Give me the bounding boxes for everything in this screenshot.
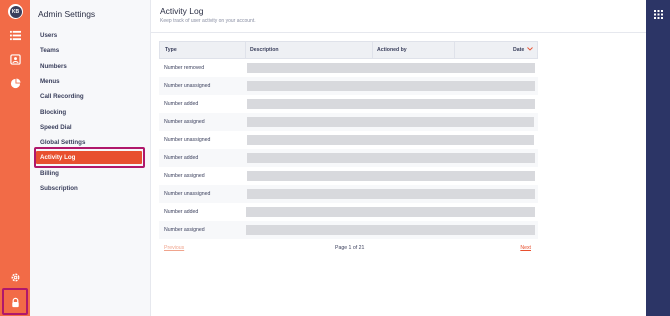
sidebar-title: Admin Settings <box>38 9 96 19</box>
page-header: Activity Log Keep track of user activity… <box>151 0 646 33</box>
column-divider <box>372 42 373 58</box>
column-header-date-label: Date <box>513 47 525 53</box>
row-type: Number assigned <box>164 173 205 179</box>
column-divider <box>245 42 246 58</box>
table-row[interactable]: Number added <box>159 203 538 221</box>
row-type: Number removed <box>164 65 205 71</box>
app-rail: KB <box>0 0 30 316</box>
row-type: Number added <box>164 155 199 161</box>
row-redacted-content <box>247 63 535 73</box>
table-row[interactable]: Number unassigned <box>159 131 538 149</box>
sidebar-item-call-recording[interactable]: Call Recording <box>40 93 84 100</box>
table-row[interactable]: Number unassigned <box>159 77 538 95</box>
sidebar-item-teams[interactable]: Teams <box>40 47 59 54</box>
row-type: Number unassigned <box>164 191 211 197</box>
activity-log-highlight-box <box>34 147 145 168</box>
table-row[interactable]: Number assigned <box>159 113 538 131</box>
sidebar-item-blocking[interactable]: Blocking <box>40 109 66 116</box>
row-type: Number assigned <box>164 227 205 233</box>
sidebar-item-billing[interactable]: Billing <box>40 170 59 177</box>
table-row[interactable]: Number added <box>159 149 538 167</box>
chevron-down-icon <box>527 42 534 58</box>
row-type: Number unassigned <box>164 137 211 143</box>
column-header-actioned-by[interactable]: Actioned by <box>377 42 407 58</box>
row-redacted-content <box>247 99 535 109</box>
sidebar-item-subscription[interactable]: Subscription <box>40 185 78 192</box>
column-header-description[interactable]: Description <box>250 42 279 58</box>
sidebar-item-users[interactable]: Users <box>40 32 57 39</box>
row-redacted-content <box>247 117 534 127</box>
next-page-link[interactable]: Next <box>520 245 531 251</box>
table-row[interactable]: Number assigned <box>159 221 538 239</box>
column-divider <box>454 42 455 58</box>
previous-page-link[interactable]: Previous <box>164 245 184 251</box>
row-redacted-content <box>247 189 535 199</box>
row-redacted-content <box>246 207 535 217</box>
sidebar-item-numbers[interactable]: Numbers <box>40 63 67 70</box>
apps-grid-icon[interactable] <box>654 6 663 19</box>
list-icon[interactable] <box>9 29 21 41</box>
pagination: Previous Page 1 of 21 Next <box>159 243 538 253</box>
row-type: Number unassigned <box>164 83 211 89</box>
row-type: Number added <box>164 101 199 107</box>
contact-card-icon[interactable] <box>9 53 21 65</box>
page-subtitle: Keep track of user activity on your acco… <box>160 18 256 24</box>
sidebar-item-global-settings[interactable]: Global Settings <box>40 139 85 146</box>
page-title: Activity Log <box>160 6 204 16</box>
pie-chart-icon[interactable] <box>9 77 21 89</box>
table-row[interactable]: Number unassigned <box>159 185 538 203</box>
sidebar-item-menus[interactable]: Menus <box>40 78 60 85</box>
row-redacted-content <box>247 81 535 91</box>
row-redacted-content <box>247 153 535 163</box>
row-type: Number assigned <box>164 119 205 125</box>
row-redacted-content <box>246 225 535 235</box>
sidebar-item-speed-dial[interactable]: Speed Dial <box>40 124 72 131</box>
avatar[interactable]: KB <box>8 4 23 19</box>
table-row[interactable]: Number assigned <box>159 167 538 185</box>
column-header-date[interactable]: Date <box>513 42 534 58</box>
column-header-type[interactable]: Type <box>165 42 177 58</box>
lock-highlight-box <box>2 288 28 315</box>
row-type: Number added <box>164 209 199 215</box>
activity-table: Type Description Actioned by Date Number… <box>159 41 538 239</box>
right-rail <box>646 0 670 316</box>
gear-icon[interactable] <box>9 271 21 283</box>
table-row[interactable]: Number removed <box>159 59 538 77</box>
row-redacted-content <box>247 135 534 145</box>
row-redacted-content <box>247 171 535 181</box>
avatar-initials: KB <box>9 5 22 18</box>
page-indicator: Page 1 of 21 <box>335 245 365 251</box>
table-header: Type Description Actioned by Date <box>159 41 538 59</box>
table-row[interactable]: Number added <box>159 95 538 113</box>
